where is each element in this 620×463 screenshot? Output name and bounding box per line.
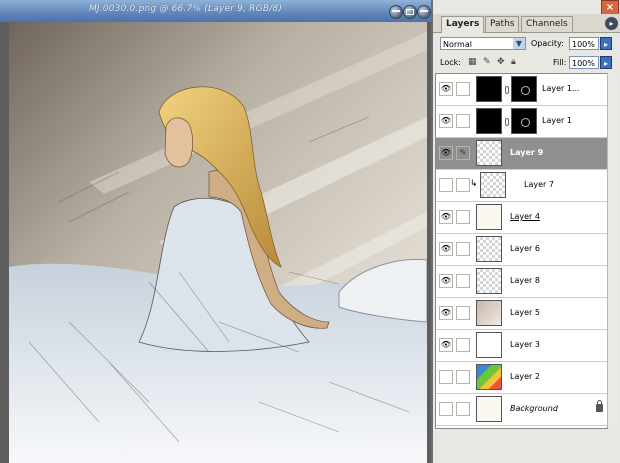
lock-image-icon[interactable]: ✎ [483, 57, 491, 67]
layer-row[interactable]: Layer 2 [436, 362, 607, 394]
minimize-icon[interactable] [389, 5, 403, 19]
link-toggle[interactable] [456, 210, 470, 224]
eye-icon[interactable]: 👁︎ [439, 210, 453, 224]
eye-icon[interactable]: 👁︎ [439, 274, 453, 288]
link-toggle[interactable] [456, 178, 470, 192]
layer-row[interactable]: 👁︎ Layer 4 [436, 202, 607, 234]
visibility-toggle[interactable] [439, 178, 453, 192]
layer-name: Layer 7 [524, 180, 554, 189]
layer-thumbnail[interactable] [476, 236, 502, 262]
layer-name: Layer 6 [510, 244, 540, 253]
layer-row[interactable]: 👁︎ Layer 1... [436, 74, 607, 106]
fill-value: 100% [572, 59, 595, 68]
layer-row[interactable]: 👁︎ Layer 5 [436, 298, 607, 330]
chevron-down-icon: ▼ [513, 38, 525, 49]
blend-mode-value: Normal [443, 40, 472, 49]
layer-name: Layer 2 [510, 372, 540, 381]
clipping-mask-icon: ↳ [470, 179, 478, 189]
mask-link-icon[interactable] [505, 118, 509, 126]
opacity-label: Opacity: [531, 39, 564, 48]
layer-name: Background [510, 404, 558, 413]
layer-list-scrollbar[interactable] [607, 73, 619, 427]
layer-name: Layer 5 [510, 308, 540, 317]
document-window: MJ.0030.0.png @ 66.7% (Layer 9, RGB/8) [0, 0, 431, 463]
layer-row[interactable]: ↳ Layer 7 [436, 170, 607, 202]
tab-layers[interactable]: Layers [441, 16, 485, 33]
eye-icon[interactable]: 👁︎ [439, 306, 453, 320]
panel-tabbar: Layers Paths Channels ▸ [433, 14, 620, 33]
lock-label: Lock: [440, 58, 461, 67]
fill-label: Fill: [553, 58, 567, 67]
layer-thumbnail[interactable] [476, 268, 502, 294]
canvas[interactable] [9, 22, 427, 463]
tab-channels[interactable]: Channels [521, 16, 573, 32]
visibility-toggle[interactable] [439, 370, 453, 384]
layer-thumbnail[interactable] [476, 204, 502, 230]
tab-paths[interactable]: Paths [485, 16, 520, 32]
layer-thumbnail[interactable] [476, 332, 502, 358]
link-toggle[interactable] [456, 114, 470, 128]
visibility-toggle[interactable] [439, 402, 453, 416]
link-toggle[interactable] [456, 402, 470, 416]
eye-icon[interactable]: 👁︎ [439, 82, 453, 96]
link-toggle[interactable] [456, 242, 470, 256]
link-toggle[interactable] [456, 82, 470, 96]
layer-thumbnail[interactable] [476, 364, 502, 390]
opacity-slider-arrow-icon[interactable]: ▸ [600, 37, 612, 50]
eye-icon[interactable]: 👁︎ [439, 242, 453, 256]
fill-input[interactable]: 100% [569, 56, 599, 69]
layer-name: Layer 8 [510, 276, 540, 285]
eye-icon[interactable]: 👁︎ [439, 338, 453, 352]
link-toggle[interactable] [456, 370, 470, 384]
layer-name: Layer 3 [510, 340, 540, 349]
lock-transparency-icon[interactable]: ▦ [468, 57, 477, 67]
link-toggle[interactable] [456, 274, 470, 288]
artwork-sketch [9, 22, 427, 463]
layer-row[interactable]: 👁︎ ✎ Layer 9 [436, 138, 607, 170]
layer-name: Layer 1... [542, 84, 580, 93]
layer-thumbnail[interactable] [476, 300, 502, 326]
layer-mask-thumbnail[interactable] [511, 108, 537, 134]
layer-mask-thumbnail[interactable] [511, 76, 537, 102]
layer-thumbnail[interactable] [476, 76, 502, 102]
fill-slider-arrow-icon[interactable]: ▸ [600, 56, 612, 69]
layer-name: Layer 1 [542, 116, 572, 125]
link-toggle[interactable] [456, 306, 470, 320]
document-titlebar[interactable]: MJ.0030.0.png @ 66.7% (Layer 9, RGB/8) [0, 0, 431, 22]
layer-row[interactable]: 👁︎ Layer 1 [436, 106, 607, 138]
layer-thumbnail[interactable] [480, 172, 506, 198]
mask-link-icon[interactable] [505, 86, 509, 94]
opacity-value: 100% [572, 40, 595, 49]
layer-thumbnail[interactable] [476, 140, 502, 166]
eye-icon[interactable]: 👁︎ [439, 114, 453, 128]
lock-position-icon[interactable]: ✥ [497, 57, 505, 67]
close-icon[interactable] [417, 5, 431, 19]
eye-icon[interactable]: 👁︎ [439, 146, 453, 160]
layer-list[interactable]: 👁︎ Layer 1... 👁︎ Layer 1 👁︎ ✎ Layer 9 ↳ Layer 7 👁… [435, 73, 608, 429]
layer-name: Layer 4 [510, 212, 540, 221]
opacity-input[interactable]: 100% [569, 37, 599, 50]
blend-mode-select[interactable]: Normal ▼ [440, 37, 526, 50]
panel-menu-icon[interactable]: ▸ [605, 17, 618, 30]
lock-icon [596, 400, 603, 412]
link-toggle[interactable] [456, 338, 470, 352]
layer-thumbnail[interactable] [476, 108, 502, 134]
document-title: MJ.0030.0.png @ 66.7% (Layer 9, RGB/8) [88, 4, 283, 14]
layer-row[interactable]: 👁︎ Layer 3 [436, 330, 607, 362]
layer-row[interactable]: 👁︎ Layer 6 [436, 234, 607, 266]
layer-row[interactable]: 👁︎ Layer 8 [436, 266, 607, 298]
layer-thumbnail[interactable] [476, 396, 502, 422]
maximize-icon[interactable] [403, 5, 417, 19]
brush-icon[interactable]: ✎ [456, 146, 470, 160]
layer-name: Layer 9 [510, 148, 544, 157]
lock-all-icon[interactable]: 🔒︎ [511, 57, 516, 67]
layer-row[interactable]: Background [436, 394, 607, 426]
layers-panel: × Layers Paths Channels ▸ Normal ▼ Opaci… [433, 0, 620, 463]
